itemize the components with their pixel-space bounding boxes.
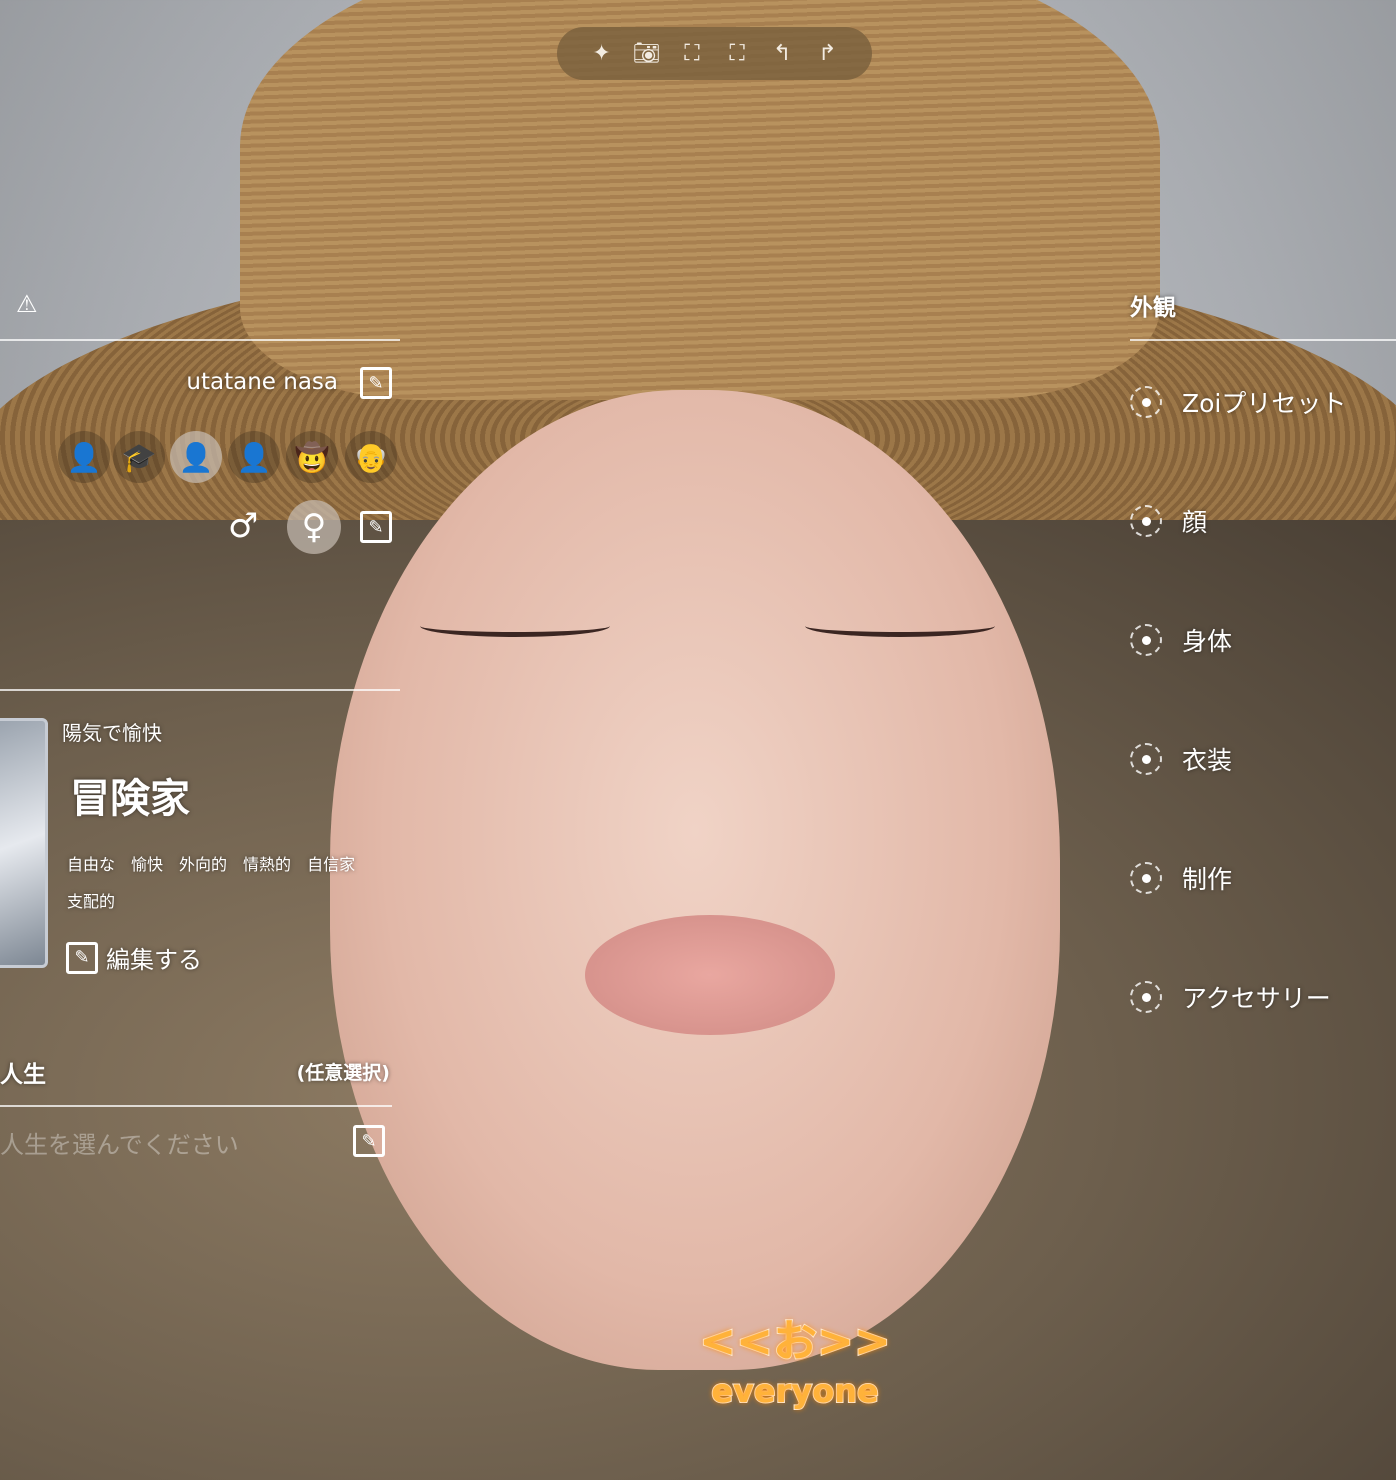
face-scan-icon[interactable]: ⛶ [677,39,707,69]
menu-item-label: 身体 [1182,627,1233,656]
divider [0,1105,392,1107]
personality-subtitle: 陽気で愉快 [62,721,162,745]
radio-icon [1130,862,1162,894]
body-scan-icon[interactable]: ⛶ [722,39,752,69]
radio-icon [1130,981,1162,1013]
menu-item-accessory[interactable]: アクセサリー [1130,979,1331,1015]
menu-item-label: 顔 [1182,508,1208,537]
trait-list: 自由な 愉快 外向的 情熱的 自信家 支配的 [67,846,397,920]
age-baby-button[interactable]: 👤 [58,431,110,483]
character-name: utatane nasa [186,369,338,395]
radio-icon [1130,386,1162,418]
character-eye-right [805,615,995,637]
menu-item-body[interactable]: 身体 [1130,622,1232,658]
character-eye-left [420,615,610,637]
age-elder-button[interactable]: 👴 [345,431,397,483]
caption-line-1: <<お>> [698,1315,891,1368]
camera-icon[interactable]: 📷︎ [632,39,662,69]
sparkle-icon[interactable]: ✦ [587,39,617,69]
menu-item-zoi-preset[interactable]: Zoiプリセット [1130,384,1346,420]
age-middle-aged-button[interactable]: 🤠 [286,431,338,483]
menu-item-create[interactable]: 制作 [1130,860,1232,896]
edit-life-button[interactable]: ✎ [353,1125,385,1157]
radio-icon [1130,505,1162,537]
personality-title: 冒険家 [70,776,190,822]
menu-item-outfit[interactable]: 衣装 [1130,741,1232,777]
trait: 自信家 [307,855,356,874]
age-young-adult-button[interactable]: 👤 [170,431,222,483]
trait: 愉快 [131,855,164,874]
character-face [330,390,1060,1370]
gender-male-button[interactable]: ♂ [228,506,258,546]
edit-personality-button[interactable]: ✎ 編集する [66,940,202,975]
menu-item-label: 衣装 [1182,746,1233,775]
menu-item-label: 制作 [1182,865,1233,894]
appearance-title: 外観 [1130,295,1176,321]
edit-icon: ✎ [66,941,98,974]
menu-item-label: Zoiプリセット [1182,389,1347,418]
divider [0,339,400,341]
divider [0,689,400,691]
character-lips [585,915,835,1035]
edit-personality-label: 編集する [106,946,202,974]
personality-card-image[interactable] [0,718,48,968]
menu-item-face[interactable]: 顔 [1130,503,1207,539]
edit-name-button[interactable]: ✎ [360,367,392,399]
gender-female-button[interactable]: ♀ [287,500,341,554]
life-title: 人生 [0,1062,46,1088]
warning-icon[interactable]: ⚠ [16,290,38,318]
trait: 支配的 [67,892,116,911]
trait: 自由な [67,855,116,874]
radio-icon [1130,743,1162,775]
life-select-input[interactable]: 人生を選んでください [0,1125,239,1160]
undo-icon[interactable]: ↰ [767,39,797,69]
trait: 外向的 [179,855,228,874]
life-optional-label: (任意選択) [296,1062,390,1084]
trait: 情熱的 [243,855,292,874]
age-student-button[interactable]: 🎓 [113,431,165,483]
edit-gender-button[interactable]: ✎ [360,511,392,543]
redo-icon[interactable]: ↱ [812,39,842,69]
caption-line-2: everyone [710,1371,879,1411]
radio-icon [1130,624,1162,656]
divider [1130,339,1396,341]
camera-toolbar: ✦ 📷︎ ⛶ ⛶ ↰ ↱ [557,27,872,80]
menu-item-label: アクセサリー [1182,984,1331,1013]
age-adult-button[interactable]: 👤 [228,431,280,483]
